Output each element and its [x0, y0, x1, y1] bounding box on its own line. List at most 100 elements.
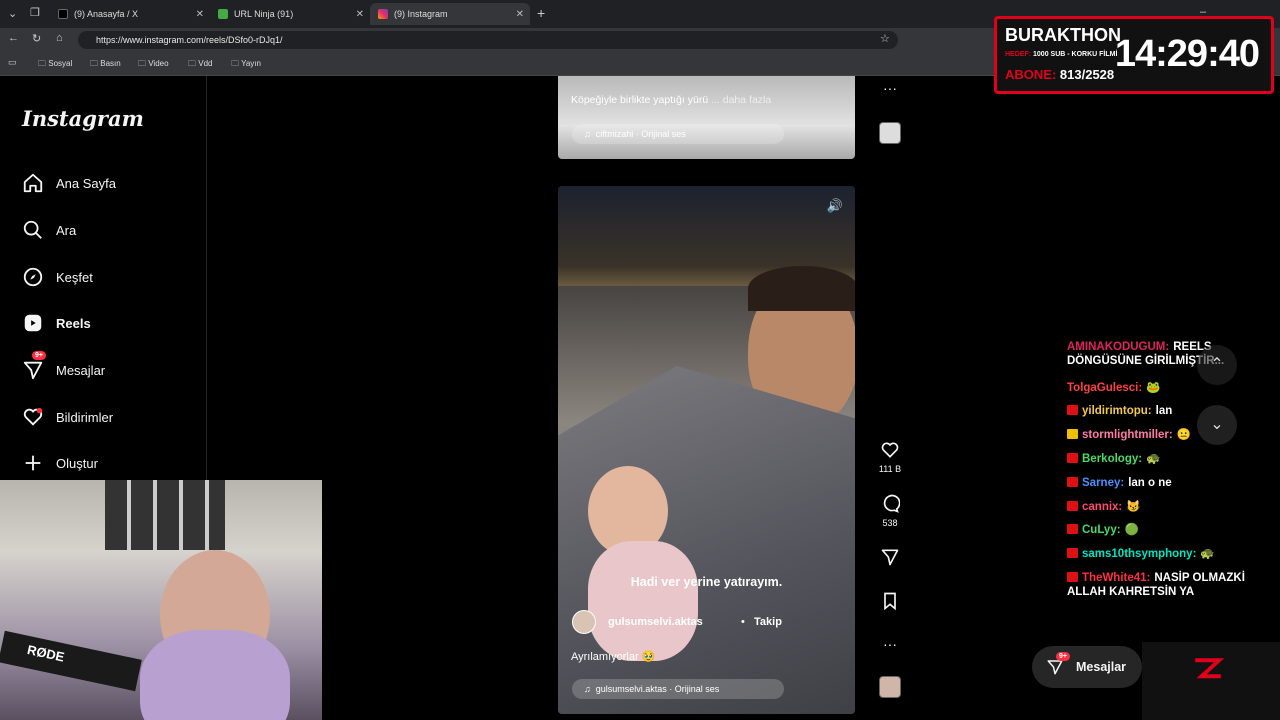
badge-icon	[1067, 501, 1078, 511]
sidebar-item-label: Bildirimler	[56, 409, 114, 425]
home-icon[interactable]: ⌂	[56, 32, 63, 44]
bookmark-icon	[884, 592, 896, 611]
microphone: RØDE	[0, 630, 142, 692]
refresh-icon[interactable]: ↻	[32, 32, 41, 45]
streamer-body	[140, 630, 290, 720]
badge-icon	[1067, 548, 1078, 558]
back-icon[interactable]: ←	[8, 32, 19, 44]
more-options-icon[interactable]: ···	[875, 636, 905, 652]
chat-message: AMINAKODUGUM: REELS DÖNGÜSÜNE GİRİLMİŞTİR…	[1067, 341, 1225, 367]
workspaces-icon[interactable]: ❐	[30, 6, 40, 19]
reel-caption: Ayrılamıyorlar 🥹	[571, 651, 656, 663]
comment-icon	[883, 494, 900, 513]
sidebar-item-label: Keşfet	[56, 269, 93, 285]
search-icon	[23, 220, 42, 239]
stream-timer: 14:29:40	[1114, 33, 1260, 75]
badge-icon	[1067, 477, 1078, 487]
reels-icon	[24, 314, 42, 332]
tab-instagram[interactable]: (9) Instagram ✕	[370, 3, 530, 25]
tab-title: (9) Anasayfa / X	[74, 9, 139, 19]
sound-on-icon[interactable]: 🔊	[827, 198, 843, 214]
sidebar-item-create[interactable]: Oluştur	[22, 452, 98, 474]
more-link[interactable]: ... daha fazla	[711, 94, 771, 106]
sidebar-item-search[interactable]: Ara	[22, 219, 76, 241]
reel-username[interactable]: gulsumselvi.aktas	[608, 616, 703, 628]
heart-icon	[881, 442, 899, 458]
next-reel-button[interactable]: ⌄	[1197, 405, 1237, 445]
chat-message: Sarney: lan o ne	[1067, 476, 1277, 490]
previous-reel-button[interactable]: ⌃	[1197, 345, 1237, 385]
previous-reel[interactable]: Köpeğiyle birlikte yaptığı yürü ... daha…	[558, 76, 855, 159]
badge-icon	[1067, 524, 1078, 534]
video-subtitle: Hadi ver yerine yatırayım.	[630, 575, 783, 589]
comment-count: 538	[882, 518, 898, 528]
like-count: 111 B	[878, 464, 902, 474]
notification-badge: 9+	[32, 351, 46, 360]
chat-message: CuLyy: 🟢	[1067, 523, 1277, 537]
z-logo-icon	[1195, 658, 1224, 679]
wall-frames	[105, 480, 225, 550]
close-icon[interactable]: ✕	[196, 9, 204, 20]
audio-pill[interactable]: ♫ ciftmizahi · Orijinal ses	[572, 124, 784, 144]
ninja-icon	[218, 9, 228, 19]
music-note-icon: ♫	[584, 129, 591, 139]
messages-button[interactable]: 9+ Mesajlar	[1032, 646, 1142, 688]
bookmark-folder[interactable]: 🗀 Video	[138, 58, 169, 72]
sidebar-item-home[interactable]: Ana Sayfa	[22, 172, 116, 194]
like-button[interactable]: 111 B	[875, 440, 905, 474]
avatar[interactable]	[572, 610, 596, 634]
chat-message: cannix: 😼	[1067, 500, 1277, 514]
channel-logo-area	[1142, 642, 1280, 720]
sidebar-item-explore[interactable]: Keşfet	[22, 266, 93, 288]
share-button[interactable]	[875, 547, 905, 571]
reel-caption: Köpeğiyle birlikte yaptığı yürü ... daha…	[571, 94, 772, 106]
music-note-icon: ♫	[584, 684, 591, 694]
url-input[interactable]: https://www.instagram.com/reels/DSfo0-rD…	[78, 31, 898, 49]
chat-message: TolgaGulesci: 🐸	[1067, 382, 1161, 394]
bookmark-folder[interactable]: 🗀 Sosyal	[38, 58, 72, 72]
bookmark-folder[interactable]: 🗀 Yayın	[231, 58, 261, 72]
audio-avatar[interactable]	[875, 676, 905, 698]
bookmark-folder[interactable]: 🗀 Vdd	[188, 58, 212, 72]
sidebar-item-label: Reels	[56, 315, 91, 331]
badge-icon	[1067, 572, 1078, 582]
current-reel-video[interactable]: 🔊 Hadi ver yerine yatırayım. gulsumselvi…	[558, 186, 855, 714]
x-logo-icon	[58, 9, 68, 19]
plus-icon	[25, 455, 41, 471]
save-button[interactable]	[875, 591, 905, 615]
notification-badge: 9+	[1056, 652, 1070, 661]
close-icon[interactable]: ✕	[516, 9, 524, 20]
sidebar-item-label: Mesajlar	[56, 362, 106, 378]
badge-icon	[1067, 453, 1078, 463]
tab-list-icon[interactable]: ⌄	[8, 7, 17, 20]
chat-message: sams10thsymphony: 🐢	[1067, 547, 1277, 561]
baby-body	[588, 541, 698, 661]
instagram-icon	[378, 9, 388, 19]
chat-message: TheWhite41: NASİP OLMAZKİ ALLAH KAHRETSİN…	[1067, 572, 1245, 598]
chat-message: yildirimtopu: lan	[1067, 404, 1277, 418]
messenger-icon	[23, 361, 43, 380]
sidebar-item-notifications[interactable]: Bildirimler	[22, 406, 113, 428]
bookmark-folder[interactable]: 🗀 Basın	[90, 58, 121, 72]
sidebar-item-reels[interactable]: Reels	[22, 312, 91, 334]
instagram-logo[interactable]: Instagram	[22, 106, 144, 131]
chevron-down-icon: ⌄	[1210, 416, 1224, 433]
audio-pill[interactable]: ♫ gulsumselvi.aktas · Orijinal ses	[572, 679, 784, 699]
tab-x[interactable]: (9) Anasayfa / X ✕	[50, 3, 210, 25]
audio-avatar[interactable]	[875, 122, 905, 144]
follow-button[interactable]: • Takip	[741, 616, 782, 628]
share-icon	[881, 549, 899, 566]
tab-title: (9) Instagram	[394, 9, 448, 19]
more-options-icon[interactable]: ···	[875, 80, 905, 96]
comment-button[interactable]: 538	[875, 494, 905, 528]
reading-list-icon[interactable]: ▭	[8, 57, 17, 68]
badge-icon	[1067, 405, 1078, 415]
tab-url-ninja[interactable]: URL Ninja (91) ✕	[210, 3, 370, 25]
sidebar-item-messages[interactable]: 9+ Mesajlar	[22, 351, 106, 381]
new-tab-icon[interactable]: +	[537, 5, 545, 21]
close-icon[interactable]: ✕	[356, 9, 364, 20]
webcam-feed: RØDE	[0, 480, 322, 720]
favorite-icon[interactable]: ☆	[880, 32, 890, 45]
home-icon	[23, 173, 43, 193]
tab-title: URL Ninja (91)	[234, 9, 294, 19]
